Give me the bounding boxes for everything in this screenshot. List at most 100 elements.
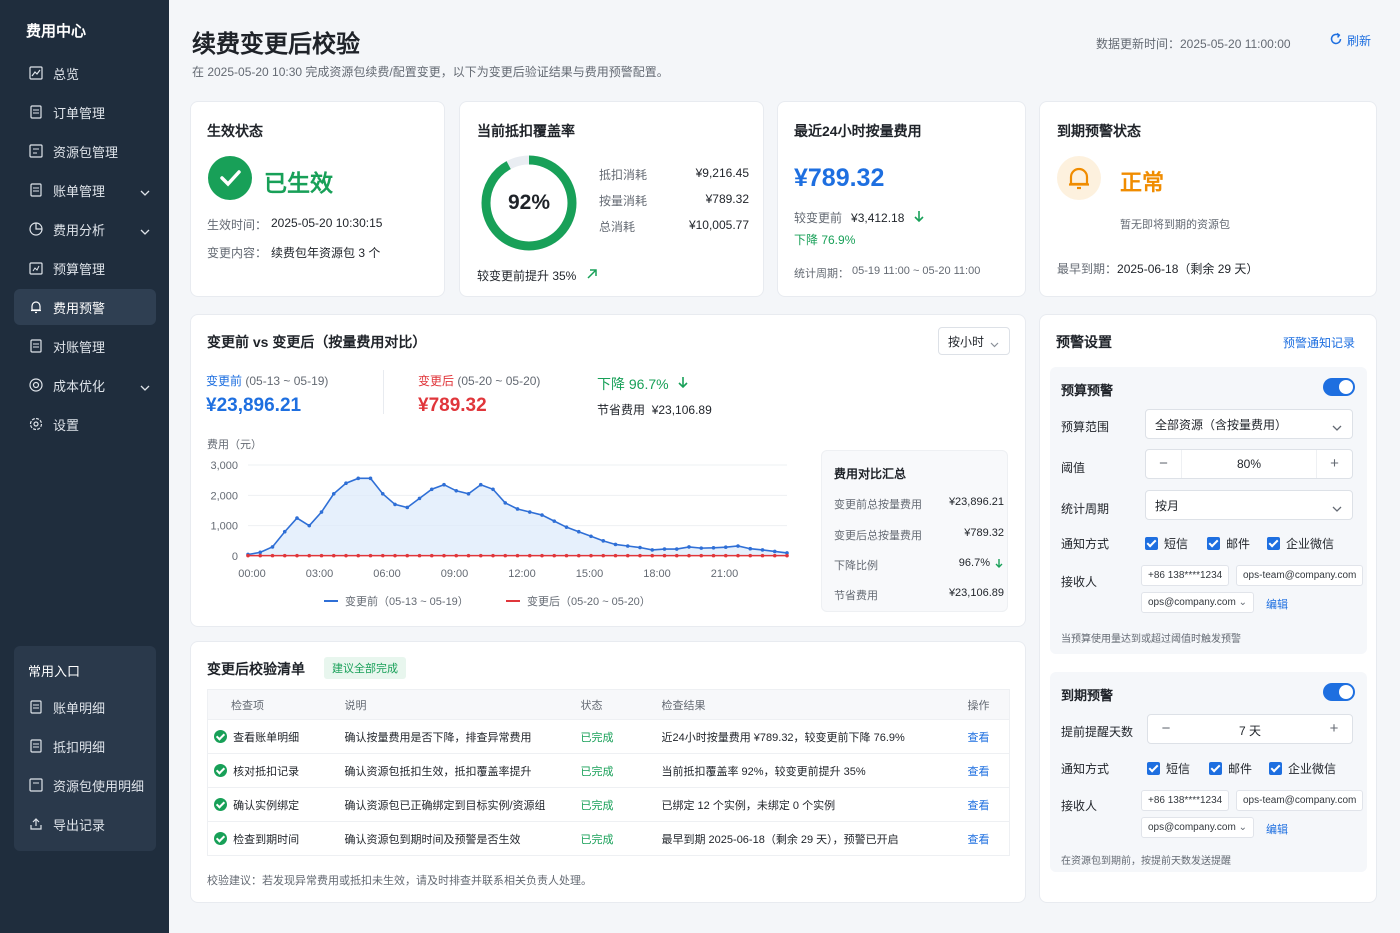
x-tick-label: 12:00: [508, 568, 536, 580]
check-status: 已完成: [580, 719, 662, 754]
budget-range-select[interactable]: 全部资源（含按量费用）: [1145, 409, 1353, 439]
data-point: [736, 553, 740, 558]
compare-drop-text: 下降 96.7%: [597, 376, 669, 392]
sidebar-item-label: 总览: [53, 66, 80, 82]
sidebar-item-packages[interactable]: 资源包管理: [14, 133, 156, 169]
target-icon: [28, 377, 44, 393]
document-icon: [28, 104, 44, 120]
checkbox-icon: [1267, 537, 1280, 550]
expire-value: 正常: [1120, 170, 1165, 195]
sms-label: 短信: [1166, 762, 1191, 776]
plus-button[interactable]: +: [1316, 450, 1352, 478]
table-row: 检查到期时间 确认资源包到期时间及预警是否生效 已完成 最早到期 2025-06…: [207, 821, 1010, 856]
coverage-row-value: ¥10,005.77: [688, 218, 749, 232]
sidebar-item-bills[interactable]: 账单管理: [14, 172, 156, 208]
refresh-button[interactable]: 刷新: [1329, 32, 1371, 49]
cost24-card: 最近24小时按量费用 ¥789.32 较变更前 ¥3,412.18 下降 76.…: [777, 101, 1026, 297]
package-icon: [28, 143, 44, 159]
sidebar: 费用中心 总览 订单管理 资源包管理 账单管理 费用分析 预算管理 费用预警 对…: [0, 0, 169, 933]
sidebar-item-optimize[interactable]: 成本优化: [14, 367, 156, 403]
coverage-row-value: ¥789.32: [705, 192, 749, 206]
after-tag: 变更后: [418, 374, 455, 388]
common-item-deduction-detail[interactable]: 抵扣明细: [14, 728, 156, 764]
sidebar-item-reconcile[interactable]: 对账管理: [14, 328, 156, 364]
threshold-label: 阈值: [1061, 461, 1086, 475]
check-result: 近24小时按量费用 ¥789.32，较变更前下降 76.9%: [661, 719, 968, 754]
view-link[interactable]: 查看: [968, 834, 990, 846]
data-point: [344, 481, 348, 485]
data-point: [429, 487, 434, 492]
common-item-bill-detail[interactable]: 账单明细: [14, 689, 156, 725]
chevron-down-icon: ⌄: [1238, 597, 1247, 608]
save-amount: 节省费用 ¥23,106.89: [597, 401, 712, 418]
sidebar-item-budget[interactable]: 预算管理: [14, 250, 156, 286]
view-link[interactable]: 查看: [968, 800, 990, 812]
view-link[interactable]: 查看: [968, 766, 990, 778]
sms-checkbox[interactable]: 短信: [1145, 535, 1188, 552]
arrow-down-icon: [994, 558, 1004, 572]
granularity-select[interactable]: 按小时: [938, 327, 1010, 355]
series-area: [248, 478, 787, 556]
budget-alert-toggle[interactable]: [1323, 378, 1355, 396]
sidebar-item-orders[interactable]: 订单管理: [14, 94, 156, 130]
data-point: [503, 553, 508, 558]
sidebar-item-alert[interactable]: 费用预警: [14, 289, 156, 325]
remind-days-stepper[interactable]: − 7 天 +: [1147, 714, 1353, 744]
chevron-down-icon: [1332, 420, 1342, 434]
sms-checkbox[interactable]: 短信: [1147, 760, 1190, 777]
plus-button[interactable]: +: [1316, 715, 1352, 743]
receiver-tag-text: ops@company.com: [1148, 822, 1236, 833]
alert-history-link[interactable]: 预警通知记录: [1283, 334, 1355, 351]
page-subtitle: 在 2025-05-20 10:30 完成资源包续费/配置变更，以下为变更后验证…: [192, 65, 669, 79]
minus-button[interactable]: −: [1148, 715, 1184, 743]
wecom-checkbox[interactable]: 企业微信: [1269, 760, 1336, 777]
data-point: [491, 487, 495, 492]
data-point: [270, 545, 275, 549]
compare-card: 变更前 vs 变更后（按量费用对比） 按小时 变更前 (05-13 ~ 05-1…: [190, 314, 1026, 627]
common-item-package-usage[interactable]: 资源包使用明细: [14, 767, 156, 803]
effective-time: 2025-05-20 10:30:15: [271, 216, 383, 230]
view-link[interactable]: 查看: [968, 732, 990, 744]
data-point: [454, 553, 459, 558]
data-point: [368, 476, 373, 481]
edit-receivers-link[interactable]: 编辑: [1266, 821, 1288, 837]
expiry-alert-toggle[interactable]: [1323, 683, 1355, 701]
sidebar-item-settings[interactable]: 设置: [14, 406, 156, 442]
column-header: 状态: [580, 689, 662, 720]
coverage-row-label: 按量消耗: [599, 194, 648, 208]
x-tick-label: 06:00: [373, 568, 401, 580]
notify-label: 通知方式: [1061, 537, 1110, 551]
table-row: 确认实例绑定 确认资源包已正确绑定到目标实例/资源组 已完成 已绑定 12 个实…: [207, 787, 1010, 822]
sidebar-item-label: 订单管理: [53, 105, 106, 121]
expiry-alert-block: 到期预警 提前提醒天数 − 7 天 + 通知方式 短信 邮件 企业微信 接收人 …: [1050, 672, 1367, 872]
data-point: [454, 488, 459, 493]
data-point: [319, 553, 324, 558]
receiver-tag: +86 138****1234: [1141, 565, 1230, 586]
mail-checkbox[interactable]: 邮件: [1209, 760, 1252, 777]
coverage-row: 总消耗 ¥10,005.77: [599, 218, 749, 244]
sidebar-item-analysis[interactable]: 费用分析: [14, 211, 156, 247]
checkbox-icon: [1145, 537, 1158, 550]
data-point: [295, 553, 299, 558]
page-title: 续费变更后校验: [192, 31, 360, 58]
expiry-hint: 在资源包到期前，按提前天数发送提醒: [1061, 856, 1231, 867]
wecom-checkbox[interactable]: 企业微信: [1267, 535, 1334, 552]
common-item-export[interactable]: 导出记录: [14, 806, 156, 842]
threshold-stepper[interactable]: − 80% +: [1145, 449, 1353, 479]
data-point: [723, 553, 728, 558]
mail-checkbox[interactable]: 邮件: [1207, 535, 1250, 552]
period-select[interactable]: 按月: [1145, 490, 1353, 520]
check-status: 已完成: [580, 821, 662, 856]
sidebar-item-overview[interactable]: 总览: [14, 55, 156, 91]
data-point: [699, 553, 704, 558]
edit-receivers-link[interactable]: 编辑: [1266, 596, 1288, 612]
minus-button[interactable]: −: [1146, 450, 1182, 478]
export-icon: [28, 816, 44, 832]
pie-chart-icon: [28, 221, 44, 237]
data-point: [527, 553, 532, 558]
data-point: [478, 553, 483, 558]
data-point: [662, 553, 667, 558]
check-circle-icon: [214, 797, 227, 811]
data-point: [576, 529, 581, 534]
budget-range-value: 全部资源（含按量费用）: [1155, 417, 1288, 432]
